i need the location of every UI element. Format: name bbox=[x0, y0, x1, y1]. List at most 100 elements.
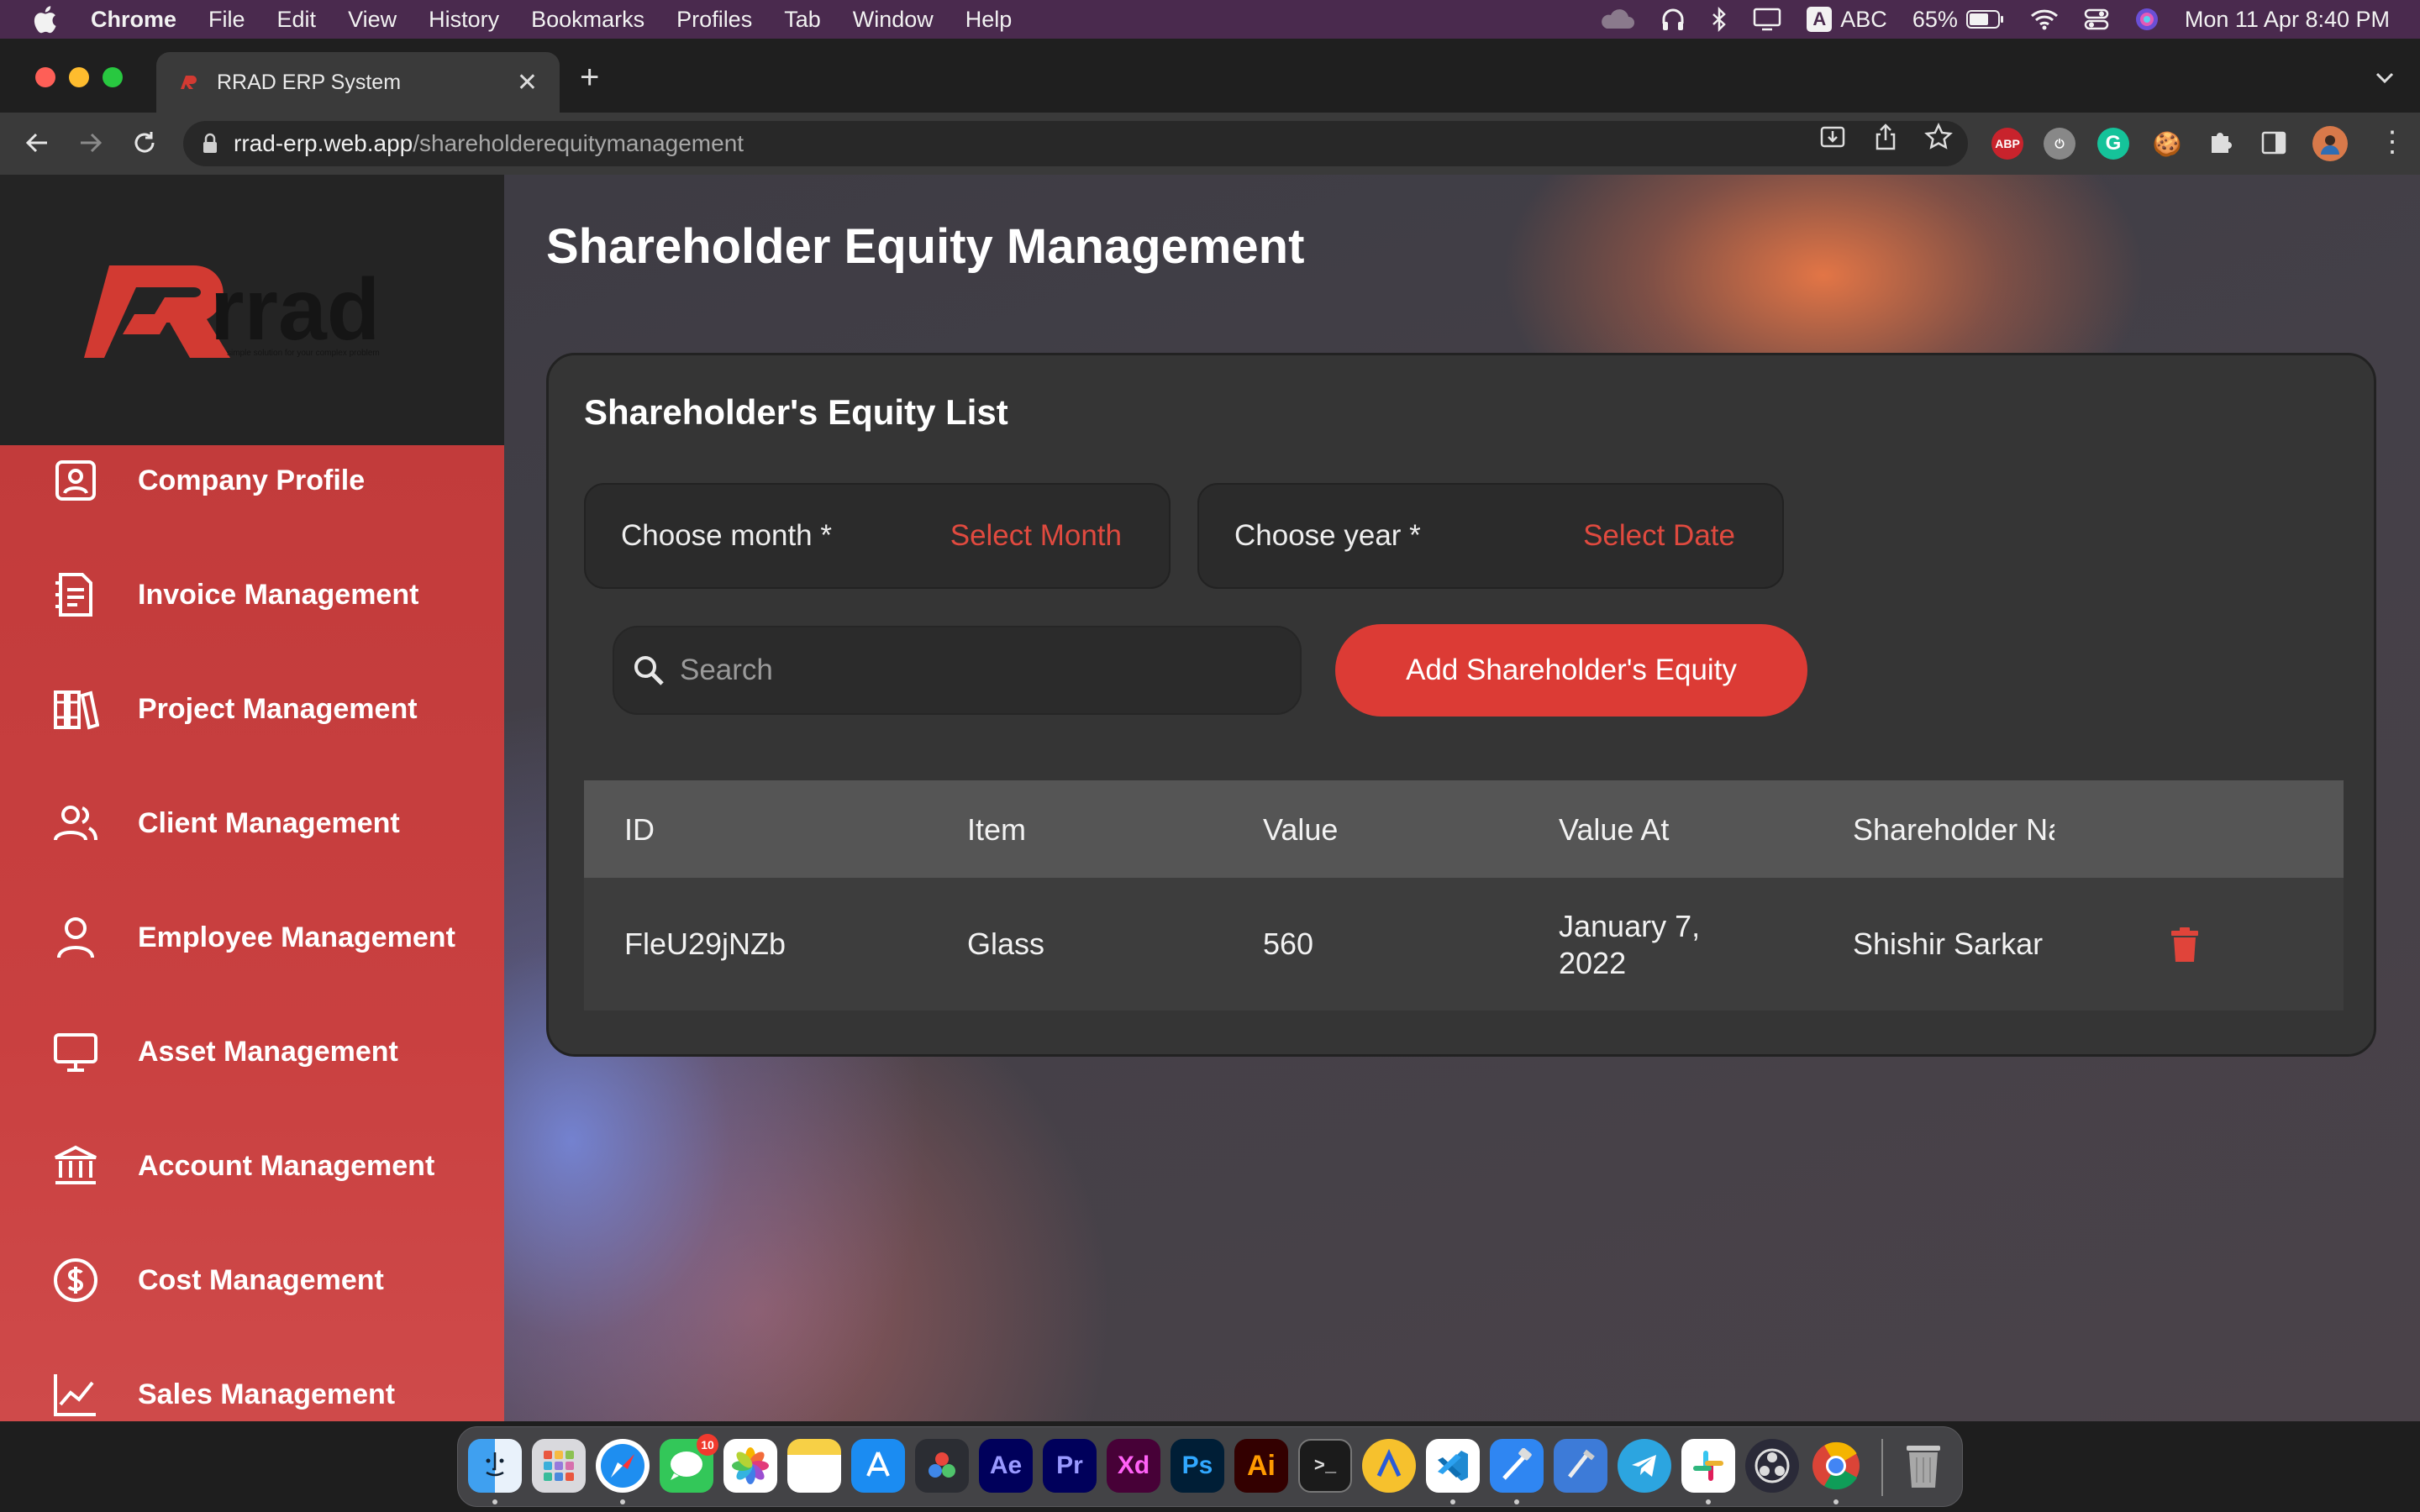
sidebar-item-asset-management[interactable]: Asset Management bbox=[0, 1010, 504, 1094]
bookmark-star-icon[interactable] bbox=[1924, 123, 1953, 151]
share-icon[interactable] bbox=[1872, 123, 1899, 151]
year-picker-value[interactable]: Select Date bbox=[1583, 519, 1735, 553]
sidebar-item-client-management[interactable]: Client Management bbox=[0, 781, 504, 865]
control-center-icon[interactable] bbox=[2084, 8, 2109, 31]
window-zoom-button[interactable] bbox=[103, 67, 123, 87]
add-shareholder-equity-button[interactable]: Add Shareholder's Equity bbox=[1335, 624, 1807, 717]
dock-app-store-icon[interactable] bbox=[851, 1439, 905, 1493]
column-header-value[interactable]: Value bbox=[1263, 812, 1338, 848]
dock-trash-icon[interactable] bbox=[1897, 1439, 1950, 1493]
forward-arrow-icon[interactable] bbox=[77, 129, 104, 156]
dock-telegram-icon[interactable] bbox=[1618, 1439, 1671, 1493]
dock-photos-icon[interactable] bbox=[723, 1439, 777, 1493]
sidebar-item-label: Company Profile bbox=[138, 464, 366, 496]
year-picker[interactable]: Choose year * Select Date bbox=[1197, 483, 1784, 589]
back-arrow-icon[interactable] bbox=[24, 129, 50, 156]
dock-finder-icon[interactable] bbox=[468, 1439, 522, 1493]
reload-icon[interactable] bbox=[131, 129, 158, 156]
menu-history[interactable]: History bbox=[429, 7, 499, 33]
sidebar-item-employee-management[interactable]: Employee Management bbox=[0, 895, 504, 979]
dock-chrome-icon[interactable] bbox=[1809, 1439, 1863, 1493]
month-picker-value[interactable]: Select Month bbox=[950, 519, 1122, 553]
dock-xcode-icon[interactable] bbox=[1490, 1439, 1544, 1493]
month-picker[interactable]: Choose month * Select Month bbox=[584, 483, 1171, 589]
dock-weather-icon[interactable] bbox=[1362, 1439, 1416, 1493]
wifi-icon[interactable] bbox=[2030, 8, 2059, 30]
dock-notes-icon[interactable] bbox=[787, 1439, 841, 1493]
dock-instruments-icon[interactable] bbox=[1554, 1439, 1607, 1493]
address-bar[interactable]: rrad-erp.web.app/shareholderequitymanage… bbox=[183, 121, 1968, 166]
menu-help[interactable]: Help bbox=[965, 7, 1013, 33]
tab-close-icon[interactable]: ✕ bbox=[517, 68, 538, 97]
tab-title: RRAD ERP System bbox=[217, 70, 402, 94]
sidebar-item-account-management[interactable]: Account Management bbox=[0, 1124, 504, 1208]
dock-xd-icon[interactable]: Xd bbox=[1107, 1439, 1160, 1493]
photos-flower-icon bbox=[732, 1447, 769, 1484]
menu-tab[interactable]: Tab bbox=[784, 7, 821, 33]
dock-illustrator-icon[interactable]: Ai bbox=[1234, 1439, 1288, 1493]
menu-view[interactable]: View bbox=[348, 7, 397, 33]
url-host: rrad-erp.web.app bbox=[234, 130, 413, 156]
browser-tab-active[interactable]: RRAD ERP System ✕ bbox=[156, 52, 560, 113]
menu-window[interactable]: Window bbox=[853, 7, 934, 33]
menubar-clock[interactable]: Mon 11 Apr 8:40 PM bbox=[2185, 7, 2390, 33]
sidebar-item-label: Asset Management bbox=[138, 1035, 398, 1068]
sidebar-item-company-profile[interactable]: Company Profile bbox=[0, 445, 504, 522]
display-icon[interactable] bbox=[1753, 8, 1781, 31]
apple-logo-icon[interactable] bbox=[32, 5, 57, 34]
dock-after-effects-icon[interactable]: Ae bbox=[979, 1439, 1033, 1493]
sidebar-item-project-management[interactable]: Project Management bbox=[0, 667, 504, 751]
dock-slack-icon[interactable] bbox=[1681, 1439, 1735, 1493]
column-header-id[interactable]: ID bbox=[624, 812, 655, 848]
menu-app-name[interactable]: Chrome bbox=[91, 7, 176, 33]
cookie-extension-icon[interactable]: 🍪 bbox=[2151, 128, 2183, 160]
sidebar-item-invoice-management[interactable]: Invoice Management bbox=[0, 553, 504, 637]
dock-messages-icon[interactable]: 10 bbox=[660, 1434, 718, 1493]
sidebar-item-cost-management[interactable]: Cost Management bbox=[0, 1238, 504, 1322]
siri-icon[interactable] bbox=[2134, 7, 2160, 32]
profile-avatar[interactable] bbox=[2312, 126, 2348, 161]
extensions-puzzle-icon[interactable] bbox=[2207, 128, 2235, 156]
dock-davinci-icon[interactable] bbox=[915, 1439, 969, 1493]
menu-profiles[interactable]: Profiles bbox=[676, 7, 752, 33]
search-input[interactable] bbox=[680, 654, 1268, 687]
search-box[interactable] bbox=[613, 626, 1302, 715]
grammarly-extension-icon[interactable]: G bbox=[2097, 128, 2129, 160]
power-extension-icon[interactable]: ⏻ bbox=[2044, 128, 2075, 160]
menu-bookmarks[interactable]: Bookmarks bbox=[531, 7, 644, 33]
headphones-icon[interactable] bbox=[1660, 7, 1686, 32]
menu-edit[interactable]: Edit bbox=[277, 7, 317, 33]
dock-terminal-icon[interactable]: >_ bbox=[1298, 1439, 1352, 1493]
bluetooth-icon[interactable] bbox=[1711, 7, 1728, 32]
side-panel-icon[interactable] bbox=[2260, 129, 2287, 156]
column-header-shareholder-name[interactable]: Shareholder Name bbox=[1853, 812, 2054, 848]
battery-percent: 65% bbox=[1912, 6, 1958, 32]
column-header-item[interactable]: Item bbox=[967, 812, 1026, 848]
input-source[interactable]: A ABC bbox=[1807, 7, 1887, 33]
rrad-logo[interactable]: rrad simple solution for your complex pr… bbox=[84, 255, 429, 365]
adblock-extension-icon[interactable]: ABP bbox=[1991, 128, 2023, 160]
dock-premiere-icon[interactable]: Pr bbox=[1043, 1439, 1097, 1493]
sidebar-item-label: Account Management bbox=[138, 1149, 435, 1182]
menu-file[interactable]: File bbox=[208, 7, 245, 33]
chrome-menu-icon[interactable]: ⋮ bbox=[2378, 128, 2407, 156]
obs-icon bbox=[1754, 1448, 1790, 1483]
dock-launchpad-icon[interactable] bbox=[532, 1439, 586, 1493]
dock-photoshop-icon[interactable]: Ps bbox=[1171, 1439, 1224, 1493]
new-tab-button[interactable]: + bbox=[580, 59, 599, 97]
sidebar-item-label: Project Management bbox=[138, 692, 418, 725]
dock-obs-icon[interactable] bbox=[1745, 1439, 1799, 1493]
delete-trash-icon[interactable] bbox=[2168, 927, 2202, 963]
install-app-icon[interactable] bbox=[1818, 123, 1847, 151]
dock-safari-icon[interactable] bbox=[596, 1439, 650, 1493]
battery-status[interactable]: 65% bbox=[1912, 7, 2005, 33]
column-header-value-at[interactable]: Value At bbox=[1559, 812, 1669, 848]
cloud-icon[interactable] bbox=[1598, 8, 1635, 30]
sidebar-item-sales-management[interactable]: Sales Management bbox=[0, 1352, 504, 1421]
tab-search-chevron-icon[interactable] bbox=[2375, 71, 2395, 84]
window-minimize-button[interactable] bbox=[69, 67, 89, 87]
lock-icon[interactable] bbox=[202, 133, 218, 155]
dock-vscode-icon[interactable] bbox=[1426, 1439, 1480, 1493]
window-close-button[interactable] bbox=[35, 67, 55, 87]
table-row[interactable]: FleU29jNZb Glass 560 January 7, 2022 Shi… bbox=[584, 878, 2344, 1011]
